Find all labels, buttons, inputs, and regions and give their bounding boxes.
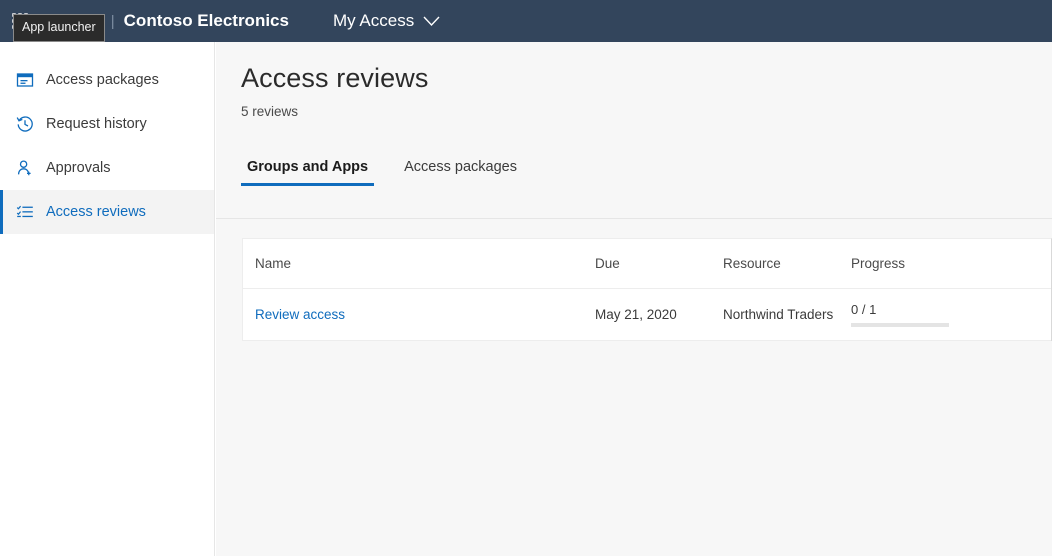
left-sidebar: Access packages Request history Appr bbox=[0, 42, 215, 556]
cell-due: May 21, 2020 bbox=[595, 307, 723, 322]
my-access-portal: Microsoft | Contoso Electronics My Acces… bbox=[0, 0, 1052, 556]
brand-separator: | bbox=[111, 13, 115, 30]
column-header-resource: Resource bbox=[723, 256, 851, 271]
sidebar-item-access-packages[interactable]: Access packages bbox=[0, 58, 214, 102]
cell-name: Review access bbox=[255, 306, 595, 324]
sidebar-item-access-reviews[interactable]: Access reviews bbox=[0, 190, 214, 234]
sidebar-item-label: Access packages bbox=[46, 72, 159, 88]
sidebar-item-label: Approvals bbox=[46, 160, 110, 176]
person-add-icon bbox=[15, 158, 35, 178]
sidebar-item-label: Request history bbox=[46, 116, 147, 132]
page-title: Access reviews bbox=[241, 63, 1052, 94]
column-header-due: Due bbox=[595, 256, 723, 271]
my-access-menu[interactable]: My Access bbox=[333, 11, 440, 31]
tab-bar: Groups and Apps Access packages bbox=[241, 152, 1052, 186]
sidebar-item-approvals[interactable]: Approvals bbox=[0, 146, 214, 190]
main-content: Access reviews 5 reviews Groups and Apps… bbox=[216, 42, 1052, 556]
app-launcher-tooltip: App launcher bbox=[13, 14, 105, 42]
table-header-row: Name Due Resource Progress bbox=[243, 239, 1051, 289]
column-header-progress: Progress bbox=[851, 256, 1011, 271]
package-box-icon bbox=[15, 70, 35, 90]
sidebar-top-spacer bbox=[0, 42, 214, 58]
sidebar-item-request-history[interactable]: Request history bbox=[0, 102, 214, 146]
brand-organization: Contoso Electronics bbox=[124, 11, 289, 31]
top-header-bar: Microsoft | Contoso Electronics My Acces… bbox=[0, 0, 1052, 42]
cell-progress: 0 / 1 bbox=[851, 302, 1011, 327]
cell-resource: Northwind Traders bbox=[723, 307, 851, 322]
table-row[interactable]: Review access May 21, 2020 Northwind Tra… bbox=[243, 289, 1051, 341]
tab-bar-divider bbox=[216, 218, 1052, 219]
column-header-name: Name bbox=[255, 256, 595, 271]
tab-groups-and-apps[interactable]: Groups and Apps bbox=[241, 159, 374, 186]
review-count-subtitle: 5 reviews bbox=[241, 104, 1052, 119]
review-access-link[interactable]: Review access bbox=[255, 307, 345, 322]
tab-access-packages[interactable]: Access packages bbox=[398, 159, 523, 186]
sidebar-item-label: Access reviews bbox=[46, 204, 146, 220]
chevron-down-icon bbox=[423, 16, 440, 27]
progress-label: 0 / 1 bbox=[851, 302, 1011, 317]
my-access-label: My Access bbox=[333, 11, 414, 31]
checklist-icon bbox=[15, 202, 35, 222]
access-reviews-table: Name Due Resource Progress Review access… bbox=[242, 238, 1052, 341]
clock-history-icon bbox=[15, 114, 35, 134]
progress-bar bbox=[851, 323, 949, 327]
